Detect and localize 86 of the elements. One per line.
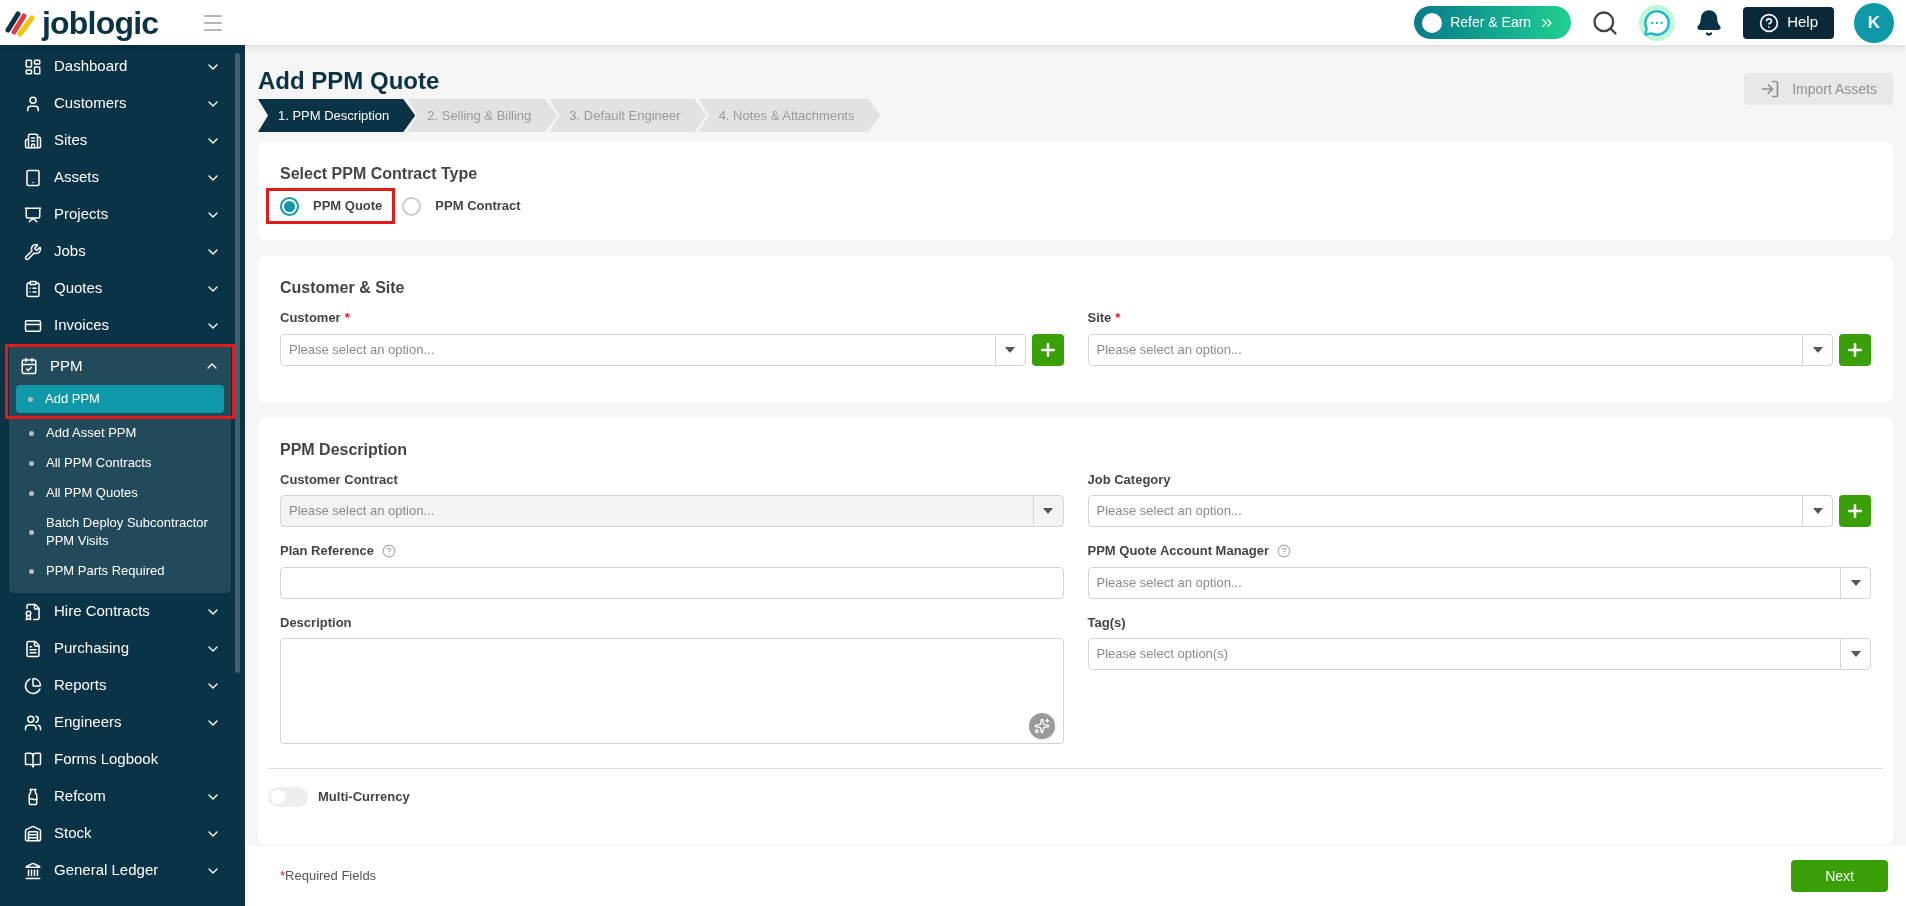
step-tab[interactable]: 1. PPM Description xyxy=(258,99,416,132)
toggle-label: Multi-Currency xyxy=(318,788,410,807)
sidebar-item[interactable]: Jobs xyxy=(0,233,245,270)
field-label: Plan Reference xyxy=(280,542,374,560)
field-label: Description xyxy=(280,613,352,632)
scrollbar[interactable] xyxy=(235,53,240,673)
submenu-item[interactable]: All PPM Quotes xyxy=(17,479,223,507)
required-mark: * xyxy=(344,309,350,327)
menu-item-icon xyxy=(24,205,42,224)
menu-item-icon xyxy=(24,676,42,695)
field-label: Job Category xyxy=(1087,470,1171,489)
section-title: Customer & Site xyxy=(280,278,406,298)
input-field[interactable] xyxy=(280,566,1064,599)
dropdown-caret-icon xyxy=(1812,508,1823,514)
dropdown-caret-icon xyxy=(1850,579,1861,586)
dropdown-caret-icon xyxy=(1850,651,1861,657)
section-title: Select PPM Contract Type xyxy=(280,164,479,184)
field-label: Tag(s) xyxy=(1087,613,1126,632)
sidebar-item[interactable]: Hire Contracts xyxy=(0,593,245,630)
logo-text: joblogic xyxy=(42,6,159,39)
sidebar-item[interactable]: Sites xyxy=(0,122,245,159)
help-icon[interactable] xyxy=(1277,543,1292,558)
menu-item-icon xyxy=(24,639,42,658)
notification-bell-icon[interactable] xyxy=(1695,8,1724,37)
menu-item-icon xyxy=(24,168,42,187)
sidebar-item[interactable]: Reports xyxy=(0,667,245,704)
menu-item-icon xyxy=(24,131,42,150)
select-field[interactable]: Please select option(s) xyxy=(1087,638,1871,670)
search-icon[interactable] xyxy=(1591,8,1620,37)
required-mark: * xyxy=(1115,309,1121,327)
select-field[interactable]: Please select an option... xyxy=(1087,495,1833,527)
sidebar-item[interactable]: Customers xyxy=(0,85,245,122)
select-field[interactable]: Please select an option... xyxy=(280,333,1026,366)
menu-item-icon xyxy=(20,357,38,375)
sidebar-item[interactable]: Purchasing xyxy=(0,630,245,667)
sidebar-item[interactable]: Projects xyxy=(0,196,245,233)
sidebar-item[interactable]: Invoices xyxy=(0,307,245,344)
field-label: Site xyxy=(1087,309,1112,327)
section-title: PPM Description xyxy=(280,439,409,460)
ai-sparkle-icon[interactable] xyxy=(1028,713,1055,739)
submenu-item[interactable]: PPM Parts Required xyxy=(17,557,223,585)
menu-item-icon xyxy=(24,242,42,261)
sidebar-item[interactable]: Forms Logbook xyxy=(0,741,245,778)
field-label: PPM Quote Account Manager xyxy=(1087,542,1270,560)
sidebar-item[interactable]: Engineers xyxy=(0,704,245,741)
select-field[interactable]: Please select an option... xyxy=(1087,333,1833,366)
required-note: *Required Fields xyxy=(280,867,377,886)
help-icon xyxy=(1759,12,1780,33)
import-icon xyxy=(1760,79,1781,99)
submenu-item[interactable]: Add Asset PPM xyxy=(17,419,223,447)
page-title: Add PPM Quote xyxy=(258,67,441,95)
help-button[interactable]: Help xyxy=(1743,6,1834,39)
radio-button[interactable] xyxy=(280,196,299,216)
field-label: Customer xyxy=(280,309,341,327)
submenu-item[interactable]: Batch Deploy Subcontractor PPM Visits xyxy=(17,509,223,555)
dropdown-caret-icon xyxy=(1043,508,1053,514)
sidebar-item[interactable]: Refcom xyxy=(0,778,245,815)
menu-item-icon xyxy=(24,861,42,880)
menu-item-icon xyxy=(24,94,42,113)
sidebar-item[interactable]: Dashboard xyxy=(0,48,245,85)
menu-item-icon xyxy=(24,279,42,298)
submenu-item[interactable]: All PPM Contracts xyxy=(17,449,223,477)
sidebar-item[interactable]: Quotes xyxy=(0,270,245,307)
dropdown-caret-icon xyxy=(1812,346,1823,353)
sidebar-item[interactable]: Stock xyxy=(0,815,245,852)
field-label: Customer Contract xyxy=(280,470,398,489)
menu-item-icon xyxy=(24,750,42,769)
textarea-field[interactable] xyxy=(280,638,1064,744)
radio-option[interactable]: PPM Quote xyxy=(266,188,396,224)
sidebar-item[interactable]: PPM xyxy=(8,347,232,385)
select-field[interactable]: Please select an option... xyxy=(1087,566,1871,599)
menu-item-icon xyxy=(24,824,42,843)
help-icon[interactable] xyxy=(381,543,396,558)
plus-icon xyxy=(1845,501,1865,521)
add-button[interactable] xyxy=(1839,495,1871,527)
sidebar-item[interactable]: General Ledger xyxy=(0,852,245,889)
menu-item-icon xyxy=(24,713,42,732)
referral-logo-icon xyxy=(1422,12,1443,33)
sidebar-item[interactable]: Assets xyxy=(0,159,245,196)
chat-icon[interactable] xyxy=(1639,4,1676,41)
add-button[interactable] xyxy=(1839,333,1871,366)
menu-item-icon xyxy=(24,57,42,76)
radio-button[interactable] xyxy=(402,196,422,216)
dropdown-caret-icon xyxy=(1005,346,1015,353)
menu-item-icon xyxy=(24,602,42,621)
add-button[interactable] xyxy=(1031,333,1064,366)
